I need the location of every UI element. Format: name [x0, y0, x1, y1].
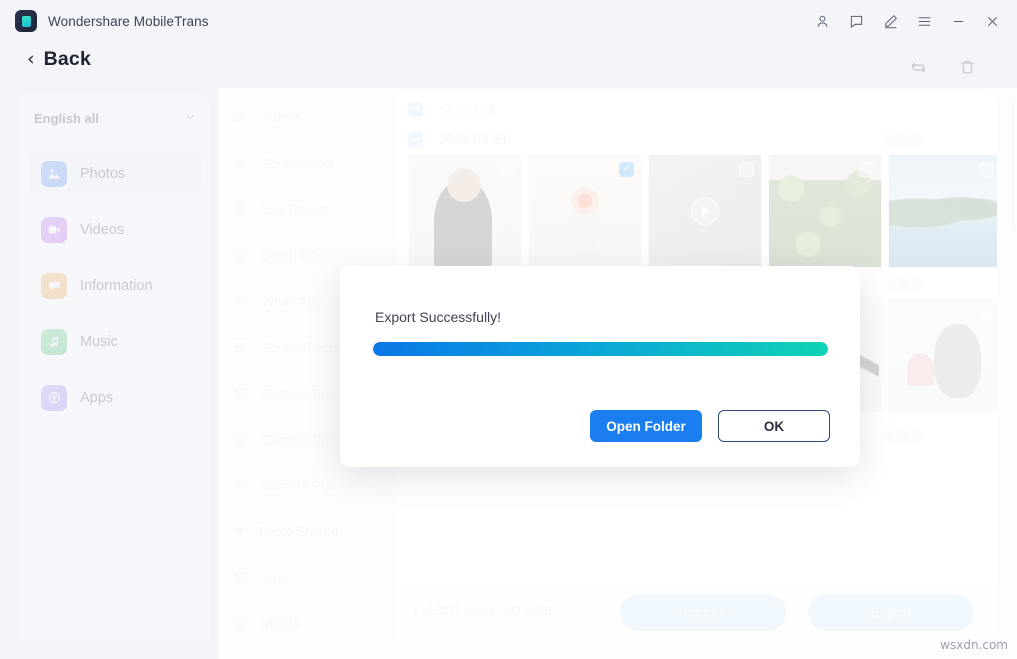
account-icon[interactable]	[806, 5, 838, 37]
progress-bar-track	[373, 342, 828, 356]
app-title: Wondershare MobileTrans	[48, 14, 209, 29]
back-label: Back	[44, 48, 91, 71]
refresh-icon[interactable]	[909, 58, 928, 77]
export-success-dialog: Export Successfully! Open Folder OK	[340, 266, 860, 467]
back-button[interactable]: ‹ Back	[27, 48, 91, 71]
edit-icon[interactable]	[874, 5, 906, 37]
delete-icon[interactable]	[958, 58, 977, 77]
back-row: ‹ Back	[0, 44, 91, 74]
watermark: wsxdn.com	[940, 638, 1008, 652]
minimize-icon[interactable]	[942, 5, 974, 37]
chevron-left-icon: ‹	[27, 50, 35, 69]
modal-overlay-left	[0, 88, 218, 659]
app-logo-icon	[15, 10, 37, 32]
close-icon[interactable]	[976, 5, 1008, 37]
application-window: Wondershare MobileTrans	[0, 0, 1017, 659]
feedback-icon[interactable]	[840, 5, 872, 37]
progress-bar-fill	[373, 342, 828, 356]
window-controls	[805, 0, 1009, 42]
dialog-message: Export Successfully!	[375, 309, 501, 325]
content-toolbar	[909, 58, 977, 77]
title-bar: Wondershare MobileTrans	[0, 0, 1017, 42]
menu-icon[interactable]	[908, 5, 940, 37]
dialog-actions: Open Folder OK	[590, 410, 830, 442]
open-folder-button[interactable]: Open Folder	[590, 410, 702, 442]
ok-button[interactable]: OK	[718, 410, 830, 442]
